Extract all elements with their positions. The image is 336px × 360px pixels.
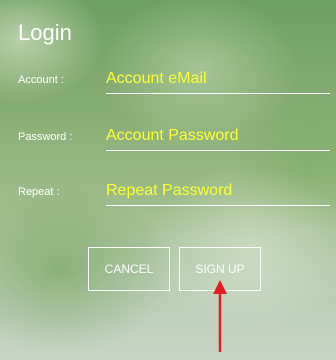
annotation-arrow-icon: [213, 280, 227, 352]
login-screen: Login Account : Password : Repeat : CANC…: [0, 0, 336, 360]
account-email-input[interactable]: [106, 67, 330, 94]
cancel-button[interactable]: CANCEL: [88, 247, 170, 291]
page-title: Login: [18, 20, 72, 45]
password-label: Password :: [18, 131, 73, 143]
account-label: Account :: [18, 74, 64, 86]
repeat-label: Repeat :: [18, 186, 60, 198]
password-input[interactable]: [106, 124, 330, 151]
repeat-password-input[interactable]: [106, 179, 330, 206]
